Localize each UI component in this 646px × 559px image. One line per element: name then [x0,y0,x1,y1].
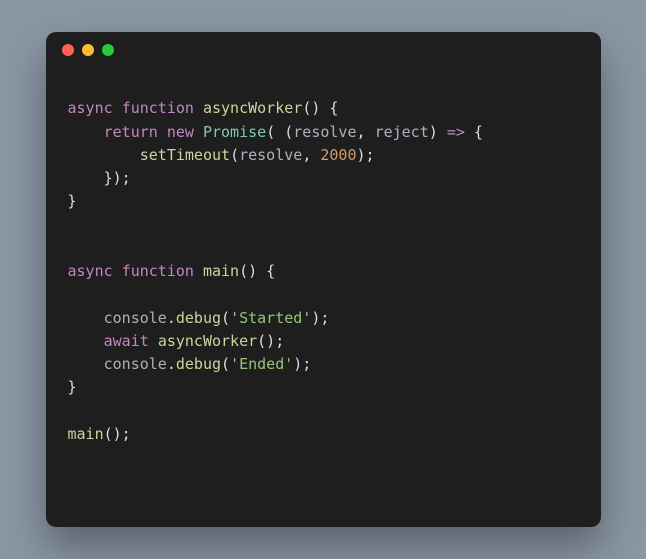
code-line: } [68,376,579,399]
code-token: ); [357,146,375,164]
window-titlebar [46,32,601,68]
code-token [149,332,158,350]
code-token: setTimeout [140,146,230,164]
code-token: new [167,123,194,141]
code-token: console [104,355,167,373]
code-token: => [447,123,465,141]
code-token: return [104,123,158,141]
code-token: () { [239,262,275,280]
code-token: , [302,146,320,164]
code-line [68,237,579,260]
code-token [194,262,203,280]
code-token: async [68,262,113,280]
code-line: console.debug('Ended'); [68,353,579,376]
code-token [68,123,104,141]
code-token: console [104,309,167,327]
code-token: } [68,378,77,396]
code-token [68,309,104,327]
code-token: function [122,99,194,117]
code-token: ( [230,146,239,164]
code-token: asyncWorker [158,332,257,350]
code-token: main [203,262,239,280]
code-token: (); [257,332,284,350]
code-token: function [122,262,194,280]
code-token [113,99,122,117]
code-token: ( [221,355,230,373]
code-token: debug [176,309,221,327]
code-token: asyncWorker [203,99,302,117]
code-line: async function main() { [68,260,579,283]
code-token: reject [375,123,429,141]
code-token: Promise [203,123,266,141]
code-token: resolve [293,123,356,141]
code-token [68,332,104,350]
code-token [113,262,122,280]
code-token: , [357,123,375,141]
code-token: await [104,332,149,350]
code-token: . [167,309,176,327]
code-token: ( ( [266,123,293,141]
code-line: }); [68,167,579,190]
code-token: ) [429,123,447,141]
code-token [68,355,104,373]
code-token: debug [176,355,221,373]
code-token: }); [68,169,131,187]
code-block: async function asyncWorker() { return ne… [46,68,601,468]
code-token: async [68,99,113,117]
code-token [194,123,203,141]
code-line: return new Promise( (resolve, reject) =>… [68,121,579,144]
code-token [68,146,140,164]
code-token: . [167,355,176,373]
code-token: (); [104,425,131,443]
code-line: } [68,190,579,213]
code-line [68,283,579,306]
close-icon[interactable] [62,44,74,56]
code-line: main(); [68,423,579,446]
code-token: ); [293,355,311,373]
zoom-icon[interactable] [102,44,114,56]
code-token [194,99,203,117]
code-token [158,123,167,141]
code-token: { [465,123,483,141]
code-line: console.debug('Started'); [68,307,579,330]
code-line: async function asyncWorker() { [68,97,579,120]
code-line [68,74,579,97]
code-token: 'Started' [230,309,311,327]
code-token: 'Ended' [230,355,293,373]
code-token: 2000 [320,146,356,164]
code-window: async function asyncWorker() { return ne… [46,32,601,527]
code-line: setTimeout(resolve, 2000); [68,144,579,167]
code-line [68,214,579,237]
code-token: ( [221,309,230,327]
code-line: await asyncWorker(); [68,330,579,353]
code-token: () { [302,99,338,117]
code-token: resolve [239,146,302,164]
minimize-icon[interactable] [82,44,94,56]
code-token: main [68,425,104,443]
code-token: ); [311,309,329,327]
code-line [68,400,579,423]
code-token: } [68,192,77,210]
